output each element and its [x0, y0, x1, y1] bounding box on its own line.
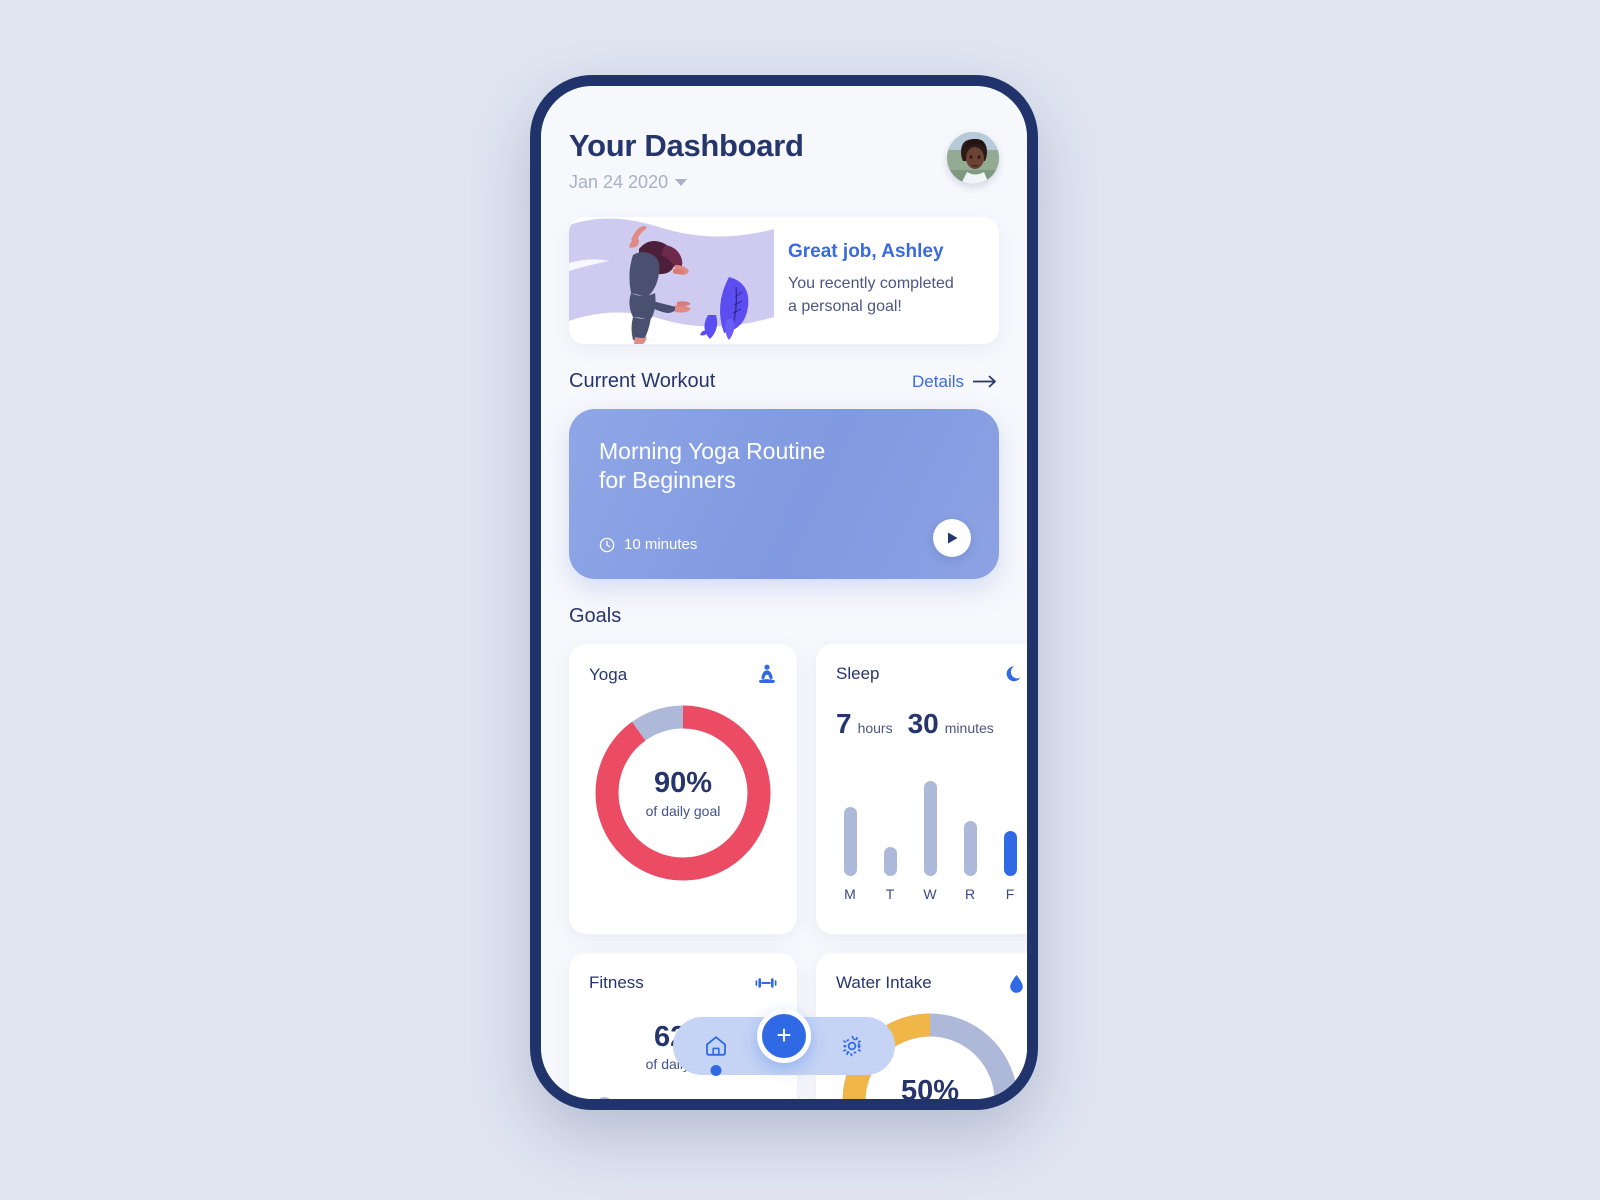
- sleep-bar-column: T: [880, 846, 900, 902]
- sleep-bar-column: R: [960, 821, 980, 902]
- banner-subtitle-line2: a personal goal!: [788, 298, 902, 316]
- sleep-bar: [1003, 831, 1017, 876]
- yoga-percent: 90%: [653, 767, 713, 799]
- sleep-bar-label: R: [964, 886, 976, 902]
- yoga-donut-chart: 90% of daily goal: [589, 699, 777, 887]
- header: Your Dashboard Jan 24 2020: [569, 86, 999, 193]
- sleep-hours-unit: hours: [857, 720, 893, 736]
- details-link[interactable]: Details: [912, 372, 999, 392]
- sleep-minutes-unit: minutes: [944, 720, 994, 736]
- dancer-illustration: [569, 217, 774, 344]
- sleep-minutes-value: 30: [907, 708, 939, 739]
- goal-card-header: Yoga: [589, 664, 777, 685]
- sleep-bar-column: F: [1000, 831, 1020, 902]
- meditation-icon: [757, 664, 777, 685]
- play-icon: [947, 532, 957, 544]
- header-text-group: Your Dashboard Jan 24 2020: [569, 128, 804, 193]
- chevron-down-icon: [675, 179, 688, 186]
- current-workout-card[interactable]: Morning Yoga Routine for Beginners 10 mi…: [569, 409, 999, 579]
- yoga-caption: of daily goal: [645, 803, 721, 819]
- sleep-bar: [963, 821, 977, 876]
- nav-item-settings[interactable]: [839, 1033, 865, 1059]
- nav-active-indicator: [710, 1065, 722, 1076]
- achievement-banner[interactable]: Great job, Ashley You recently completed…: [569, 217, 999, 344]
- banner-subtitle-line1: You recently completed: [788, 275, 954, 292]
- current-workout-header: Current Workout Details: [569, 370, 999, 393]
- workout-title-line1: Morning Yoga Routine: [599, 438, 826, 464]
- sleep-bar-label: F: [1005, 886, 1015, 902]
- app-screen: Your Dashboard Jan 24 2020 Great job, As…: [541, 86, 1027, 1099]
- home-icon: [706, 1036, 726, 1056]
- goal-card-header: Fitness: [589, 973, 777, 993]
- workout-duration: 10 minutes: [599, 536, 697, 553]
- add-button[interactable]: +: [757, 1009, 811, 1063]
- workout-duration-label: 10 minutes: [624, 536, 698, 553]
- details-label: Details: [912, 371, 964, 391]
- goal-title-water-intake: Water Intake: [836, 973, 932, 992]
- goal-title-sleep: Sleep: [836, 664, 880, 683]
- sleep-duration: 7 hours 30 minutes: [836, 708, 1024, 740]
- sleep-hours-value: 7: [836, 708, 852, 739]
- avatar[interactable]: [947, 132, 999, 184]
- goal-title-fitness: Fitness: [589, 973, 644, 992]
- sleep-bar-chart: MTWRF: [836, 766, 1024, 902]
- goal-card-sleep[interactable]: Sleep 7 hours 30 minutes M T W R F: [816, 644, 1027, 934]
- goal-card-yoga[interactable]: Yoga 90% of daily goal: [569, 644, 797, 934]
- droplet-icon: [1009, 974, 1024, 993]
- water-donut-center: 50% of daily goal: [893, 1075, 968, 1099]
- banner-text: Great job, Ashley You recently completed…: [774, 217, 999, 344]
- goal-card-header: Water Intake: [836, 973, 1024, 993]
- sleep-bar: [843, 806, 857, 876]
- clock-icon: [599, 537, 615, 552]
- sleep-bar: [883, 846, 897, 876]
- fitness-bar: [597, 1097, 612, 1099]
- play-button[interactable]: [933, 519, 971, 557]
- avatar-image: [947, 132, 999, 184]
- sleep-bar-label: W: [923, 886, 937, 902]
- sleep-bar: [923, 780, 937, 876]
- gear-icon: [842, 1035, 862, 1057]
- arrow-right-icon: [973, 375, 996, 388]
- sleep-bar-column: M: [840, 806, 860, 902]
- goal-card-header: Sleep: [836, 664, 1024, 684]
- date-label: Jan 24 2020: [569, 172, 669, 192]
- sleep-bar-label: M: [844, 886, 856, 902]
- section-title-goals: Goals: [569, 605, 622, 627]
- plus-icon: +: [776, 1020, 792, 1050]
- nav-item-home[interactable]: [703, 1033, 729, 1076]
- goal-title-yoga: Yoga: [589, 664, 628, 684]
- banner-title: Great job, Ashley: [788, 241, 944, 262]
- water-percent: 50%: [900, 1075, 960, 1099]
- page-title: Your Dashboard: [569, 128, 804, 163]
- sleep-bar-column: W: [920, 780, 940, 902]
- sleep-bar-label: T: [885, 886, 895, 902]
- dumbbell-icon: [755, 976, 777, 990]
- phone-frame: Your Dashboard Jan 24 2020 Great job, As…: [530, 75, 1038, 1110]
- fitness-bar-chart: [589, 1090, 777, 1099]
- moon-icon: [1005, 665, 1024, 684]
- date-selector[interactable]: Jan 24 2020: [569, 172, 804, 193]
- workout-title-line2: for Beginners: [599, 467, 736, 494]
- yoga-donut-center: 90% of daily goal: [646, 767, 721, 819]
- section-title-current-workout: Current Workout: [569, 370, 716, 392]
- banner-illustration: [569, 217, 774, 344]
